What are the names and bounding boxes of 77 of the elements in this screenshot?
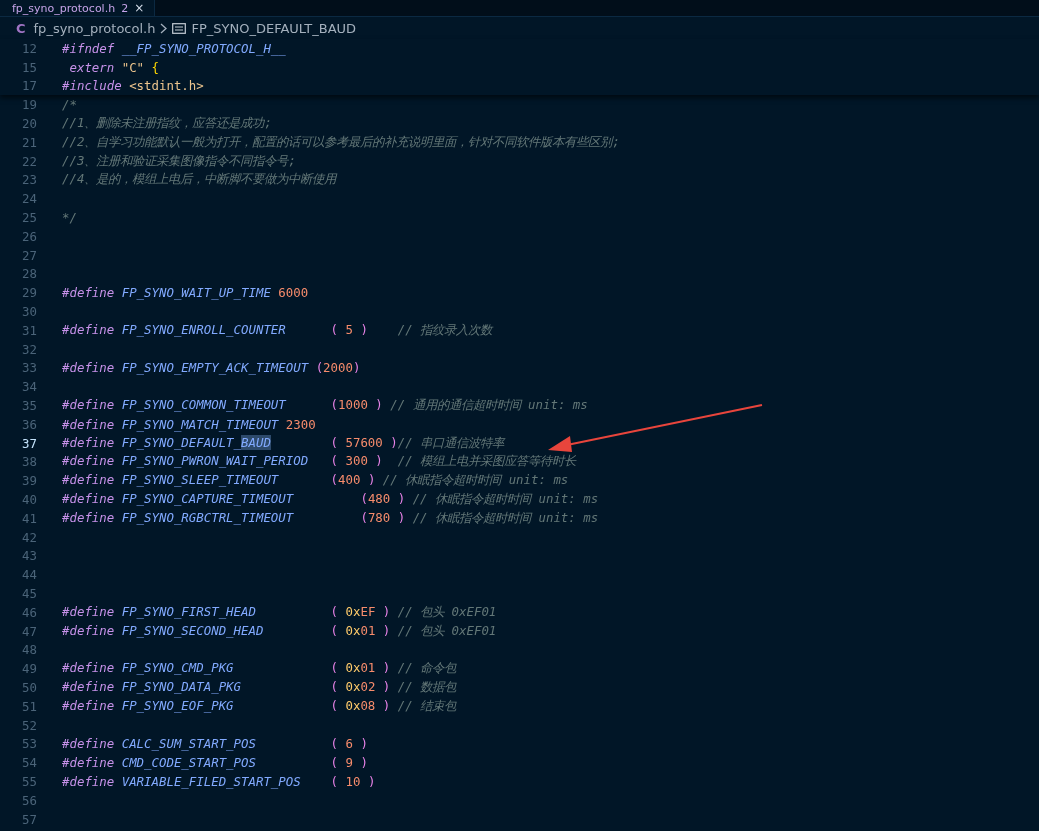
- close-icon[interactable]: ×: [134, 1, 145, 15]
- code-line: #define FP_SYNO_COMMON_TIMEOUT (1000 ) // 通用的通信超时时间 unit: ms: [62, 397, 588, 415]
- line-number: 54: [21, 755, 37, 771]
- code-line: #define FP_SYNO_MATCH_TIMEOUT 2300: [62, 416, 316, 432]
- line-number: 21: [21, 134, 37, 150]
- code-line: #define FP_SYNO_DATA_PKG ( 0x02 ) // 数据包: [62, 679, 457, 696]
- code-line: //2、自学习功能默认一般为打开，配置的话可以参考最后的补充说明里面，针对不同软件版本有些区别;: [62, 133, 620, 151]
- line-number: 56: [21, 792, 37, 808]
- line-number: 45: [21, 586, 37, 601]
- breadcrumb-file[interactable]: fp_syno_protocol.h: [33, 20, 156, 36]
- line-number: 53: [21, 736, 37, 752]
- file-tab[interactable]: fp_syno_protocol.h 2 ×: [0, 0, 156, 16]
- line-number: 25: [21, 210, 37, 226]
- line-number: 43: [21, 548, 37, 564]
- symbol-icon: [172, 22, 187, 34]
- line-number: 51: [21, 698, 37, 714]
- line-number: 20: [21, 116, 37, 132]
- line-number: 57: [21, 811, 37, 827]
- line-number: 41: [21, 510, 37, 526]
- line-number: 30: [21, 304, 37, 320]
- code-line: #define FP_SYNO_DEFAULT_BAUD ( 57600 )// 串口通信波特率: [62, 434, 505, 452]
- line-number: 27: [21, 247, 37, 263]
- line-number: 55: [21, 773, 37, 789]
- line-number: 47: [21, 623, 37, 639]
- line-number: 46: [21, 604, 37, 620]
- line-number: 37: [21, 435, 37, 451]
- code-line: #define FP_SYNO_SLEEP_TIMEOUT (400 ) // 休眠指令超时时间 unit: ms: [62, 472, 569, 490]
- line-number: 28: [21, 266, 37, 282]
- line-number: 12: [21, 40, 37, 56]
- line-number: 23: [21, 172, 37, 188]
- code-line: */: [62, 210, 77, 226]
- code-line: #define FP_SYNO_FIRST_HEAD ( 0xEF ) // 包头 0xEF01: [62, 603, 497, 621]
- code-line: //1、删除未注册指纹，应答还是成功;: [62, 115, 272, 133]
- code-line: #define FP_SYNO_WAIT_UP_TIME 6000: [62, 285, 309, 301]
- line-number: 34: [21, 379, 37, 395]
- line-number: 40: [21, 492, 37, 507]
- code-line: #ifndef __FP_SYNO_PROTOCOL_H__: [62, 40, 286, 56]
- line-number: 19: [21, 97, 37, 113]
- code-line: #include <stdint.h>: [62, 78, 204, 94]
- line-number: 29: [21, 285, 37, 301]
- line-number: 32: [21, 341, 37, 357]
- line-number: 44: [21, 567, 37, 583]
- line-number: 24: [21, 191, 37, 207]
- code-line: #define FP_SYNO_EMPTY_ACK_TIMEOUT (2000): [62, 360, 361, 376]
- code-line: extern "C" {: [68, 59, 159, 75]
- code-line: #define FP_SYNO_CAPTURE_TIMEOUT (480 ) // 休眠指令超时时间 unit: ms: [62, 491, 599, 508]
- code-line: #define FP_SYNO_EOF_PKG ( 0x08 ) // 结束包: [62, 697, 457, 715]
- c-file-icon: C: [16, 20, 26, 36]
- code-line: #define FP_SYNO_RGBCTRL_TIMEOUT (780 ) // 休眠指令超时时间 unit: ms: [62, 509, 599, 527]
- line-number: 22: [21, 153, 37, 169]
- code-line: #define FP_SYNO_SECOND_HEAD ( 0x01 ) // 包头 0xEF01: [62, 622, 497, 640]
- line-number: 38: [21, 454, 37, 470]
- line-number: 33: [21, 360, 37, 376]
- line-number: 52: [21, 717, 37, 733]
- line-number: 48: [21, 642, 37, 658]
- code-line: //4、是的，模组上电后，中断脚不要做为中断使用: [62, 171, 337, 189]
- code-line: /*: [62, 97, 77, 113]
- line-number: 42: [21, 529, 37, 545]
- line-number: 31: [21, 322, 37, 338]
- line-number: 49: [21, 661, 37, 677]
- code-line: #define FP_SYNO_PWRON_WAIT_PERIOD ( 300 ) // 模组上电并采图应答等待时长: [62, 453, 577, 471]
- line-number: 35: [21, 398, 37, 414]
- line-number: 50: [21, 680, 37, 695]
- chevron-icon: [160, 22, 168, 34]
- problem-count: 2: [121, 1, 129, 15]
- code-line: #define VARIABLE_FILED_START_POS ( 10 ): [62, 773, 376, 789]
- line-number: 15: [21, 59, 37, 75]
- line-number: 36: [21, 416, 37, 432]
- code-line: #define FP_SYNO_CMD_PKG ( 0x01 ) // 命令包: [62, 660, 457, 678]
- line-number: 39: [21, 473, 37, 489]
- line-number: 26: [21, 228, 37, 244]
- breadcrumb-symbol[interactable]: FP_SYNO_DEFAULT_BAUD: [191, 20, 357, 36]
- line-number: 17: [21, 78, 37, 94]
- code-line: #define CALC_SUM_START_POS ( 6 ): [62, 736, 368, 752]
- code-line: //3、注册和验证采集图像指令不同指令号;: [62, 152, 296, 170]
- code-line: #define CMD_CODE_START_POS ( 9 ): [62, 755, 368, 771]
- code-line: #define FP_SYNO_ENROLL_COUNTER ( 5 ) // 指纹录入次数: [62, 321, 493, 339]
